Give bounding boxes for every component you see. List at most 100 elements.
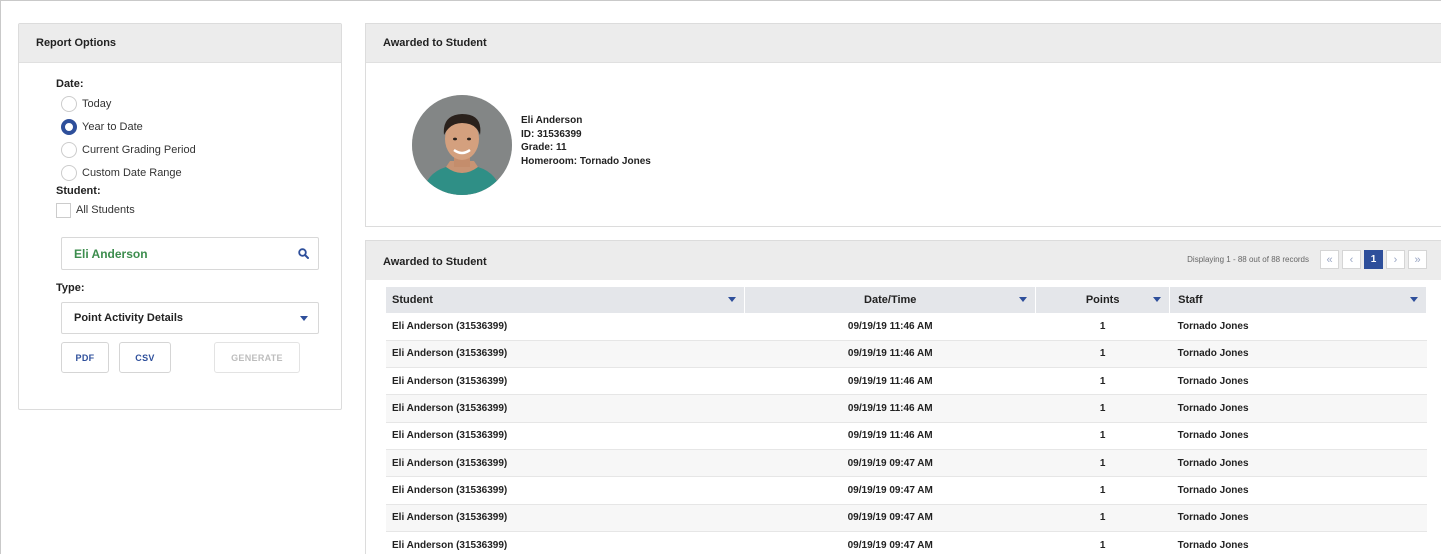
- col-datetime[interactable]: Date/Time: [744, 287, 1037, 313]
- cell-points: 1: [1035, 367, 1170, 396]
- student-search-value[interactable]: Eli Anderson: [74, 247, 288, 261]
- cell-points: 1: [1035, 476, 1170, 505]
- radio-year-to-date-control[interactable]: [61, 118, 77, 135]
- table-row[interactable]: Eli Anderson (31536399) 09/19/19 09:47 A…: [386, 531, 1427, 554]
- cell-student: Eli Anderson (31536399): [386, 531, 745, 554]
- sort-icon[interactable]: [728, 297, 737, 302]
- cell-points: 1: [1035, 504, 1170, 532]
- student-id: ID: 31536399: [521, 128, 582, 140]
- cell-student: Eli Anderson (31536399): [386, 476, 745, 505]
- radio-year-to-date[interactable]: Year to Date: [61, 115, 341, 138]
- cell-points: 1: [1035, 394, 1170, 423]
- type-select-value: Point Activity Details: [74, 312, 184, 324]
- all-students-label: All Students: [76, 204, 135, 216]
- cell-points: 1: [1035, 422, 1170, 450]
- cell-student: Eli Anderson (31536399): [386, 313, 745, 341]
- page-current[interactable]: 1: [1364, 250, 1383, 269]
- type-select[interactable]: Point Activity Details: [61, 302, 319, 334]
- table-header-row: Student Date/Time Points Staff: [386, 287, 1427, 313]
- radio-current-grading-period[interactable]: Current Grading Period: [61, 138, 341, 161]
- prev-page-icon[interactable]: ‹: [1342, 250, 1361, 269]
- radio-current-grading-period-label: Current Grading Period: [82, 143, 196, 156]
- radio-year-to-date-label: Year to Date: [82, 120, 143, 133]
- cell-student: Eli Anderson (31536399): [386, 422, 745, 450]
- table-row[interactable]: Eli Anderson (31536399) 09/19/19 09:47 A…: [386, 449, 1427, 478]
- cell-staff: Tornado Jones: [1169, 340, 1427, 369]
- cell-datetime: 09/19/19 09:47 AM: [744, 531, 1036, 554]
- col-staff-label: Staff: [1178, 294, 1203, 306]
- records-table: Student Date/Time Points Staff Eli Ander…: [386, 287, 1427, 554]
- cell-staff: Tornado Jones: [1169, 449, 1427, 478]
- cell-datetime: 09/19/19 11:46 AM: [744, 394, 1036, 423]
- radio-current-grading-period-control[interactable]: [61, 141, 77, 158]
- next-page-icon[interactable]: ›: [1386, 250, 1405, 269]
- report-options-panel: Report Options Date: Today Year to Date …: [18, 23, 342, 410]
- cell-datetime: 09/19/19 09:47 AM: [744, 476, 1036, 505]
- sort-icon[interactable]: [1019, 297, 1028, 302]
- records-title: Awarded to Student: [383, 256, 487, 268]
- cell-staff: Tornado Jones: [1169, 394, 1427, 423]
- cell-student: Eli Anderson (31536399): [386, 504, 745, 532]
- cell-staff: Tornado Jones: [1169, 531, 1427, 554]
- type-label: Type:: [56, 282, 85, 294]
- pagination: Displaying 1 - 88 out of 88 records « ‹ …: [1187, 250, 1427, 269]
- table-row[interactable]: Eli Anderson (31536399) 09/19/19 11:46 A…: [386, 340, 1427, 369]
- cell-staff: Tornado Jones: [1169, 422, 1427, 450]
- pdf-button[interactable]: PDF: [61, 342, 109, 373]
- table-row[interactable]: Eli Anderson (31536399) 09/19/19 11:46 A…: [386, 313, 1427, 341]
- chevron-down-icon: [300, 316, 308, 321]
- table-row[interactable]: Eli Anderson (31536399) 09/19/19 11:46 A…: [386, 422, 1427, 450]
- col-staff[interactable]: Staff: [1169, 287, 1427, 313]
- cell-points: 1: [1035, 340, 1170, 369]
- student-name: Eli Anderson: [521, 115, 583, 126]
- radio-custom-date-range-label: Custom Date Range: [82, 166, 182, 179]
- records-panel: Awarded to Student Displaying 1 - 88 out…: [365, 240, 1441, 554]
- first-page-icon[interactable]: «: [1320, 250, 1339, 269]
- table-row[interactable]: Eli Anderson (31536399) 09/19/19 11:46 A…: [386, 394, 1427, 423]
- cell-staff: Tornado Jones: [1169, 367, 1427, 396]
- cell-staff: Tornado Jones: [1169, 476, 1427, 505]
- radio-today-control[interactable]: [61, 95, 77, 112]
- radio-today-label: Today: [82, 97, 112, 110]
- student-label: Student:: [56, 185, 101, 197]
- cell-points: 1: [1035, 531, 1170, 554]
- all-students-checkbox[interactable]: [56, 202, 71, 218]
- cell-student: Eli Anderson (31536399): [386, 367, 745, 396]
- radio-custom-date-range[interactable]: Custom Date Range: [61, 161, 341, 184]
- date-label: Date:: [56, 78, 84, 90]
- cell-student: Eli Anderson (31536399): [386, 394, 745, 423]
- student-card-panel: Awarded to Student Eli Anderson ID: 3153…: [365, 23, 1441, 227]
- col-points[interactable]: Points: [1035, 287, 1171, 313]
- table-row[interactable]: Eli Anderson (31536399) 09/19/19 09:47 A…: [386, 504, 1427, 532]
- radio-today[interactable]: Today: [61, 92, 341, 115]
- last-page-icon[interactable]: »: [1408, 250, 1427, 269]
- cell-points: 1: [1035, 313, 1170, 341]
- student-grade: Grade: 11: [521, 142, 567, 153]
- sort-icon[interactable]: [1153, 297, 1162, 302]
- search-icon[interactable]: [288, 248, 318, 259]
- cell-student: Eli Anderson (31536399): [386, 340, 745, 369]
- student-search-input[interactable]: Eli Anderson: [61, 237, 319, 270]
- csv-button[interactable]: CSV: [119, 342, 171, 373]
- all-students-checkbox-row[interactable]: All Students: [56, 200, 341, 220]
- cell-datetime: 09/19/19 09:47 AM: [744, 504, 1036, 532]
- sort-icon[interactable]: [1410, 297, 1418, 302]
- col-student-label: Student: [392, 294, 433, 306]
- cell-student: Eli Anderson (31536399): [386, 449, 745, 478]
- cell-datetime: 09/19/19 09:47 AM: [744, 449, 1036, 478]
- student-homeroom: Homeroom: Tornado Jones: [521, 155, 651, 167]
- cell-staff: Tornado Jones: [1169, 504, 1427, 532]
- generate-button[interactable]: GENERATE: [214, 342, 300, 373]
- table-row[interactable]: Eli Anderson (31536399) 09/19/19 09:47 A…: [386, 476, 1427, 505]
- col-datetime-label: Date/Time: [864, 294, 917, 306]
- cell-datetime: 09/19/19 11:46 AM: [744, 422, 1036, 450]
- records-header: Awarded to Student Displaying 1 - 88 out…: [366, 241, 1441, 280]
- radio-custom-date-range-control[interactable]: [61, 164, 77, 181]
- col-points-label: Points: [1085, 294, 1120, 306]
- col-student[interactable]: Student: [386, 287, 746, 313]
- cell-points: 1: [1035, 449, 1170, 478]
- table-row[interactable]: Eli Anderson (31536399) 09/19/19 11:46 A…: [386, 367, 1427, 396]
- cell-datetime: 09/19/19 11:46 AM: [744, 367, 1036, 396]
- student-avatar: [412, 95, 512, 195]
- report-options-title: Report Options: [19, 24, 341, 63]
